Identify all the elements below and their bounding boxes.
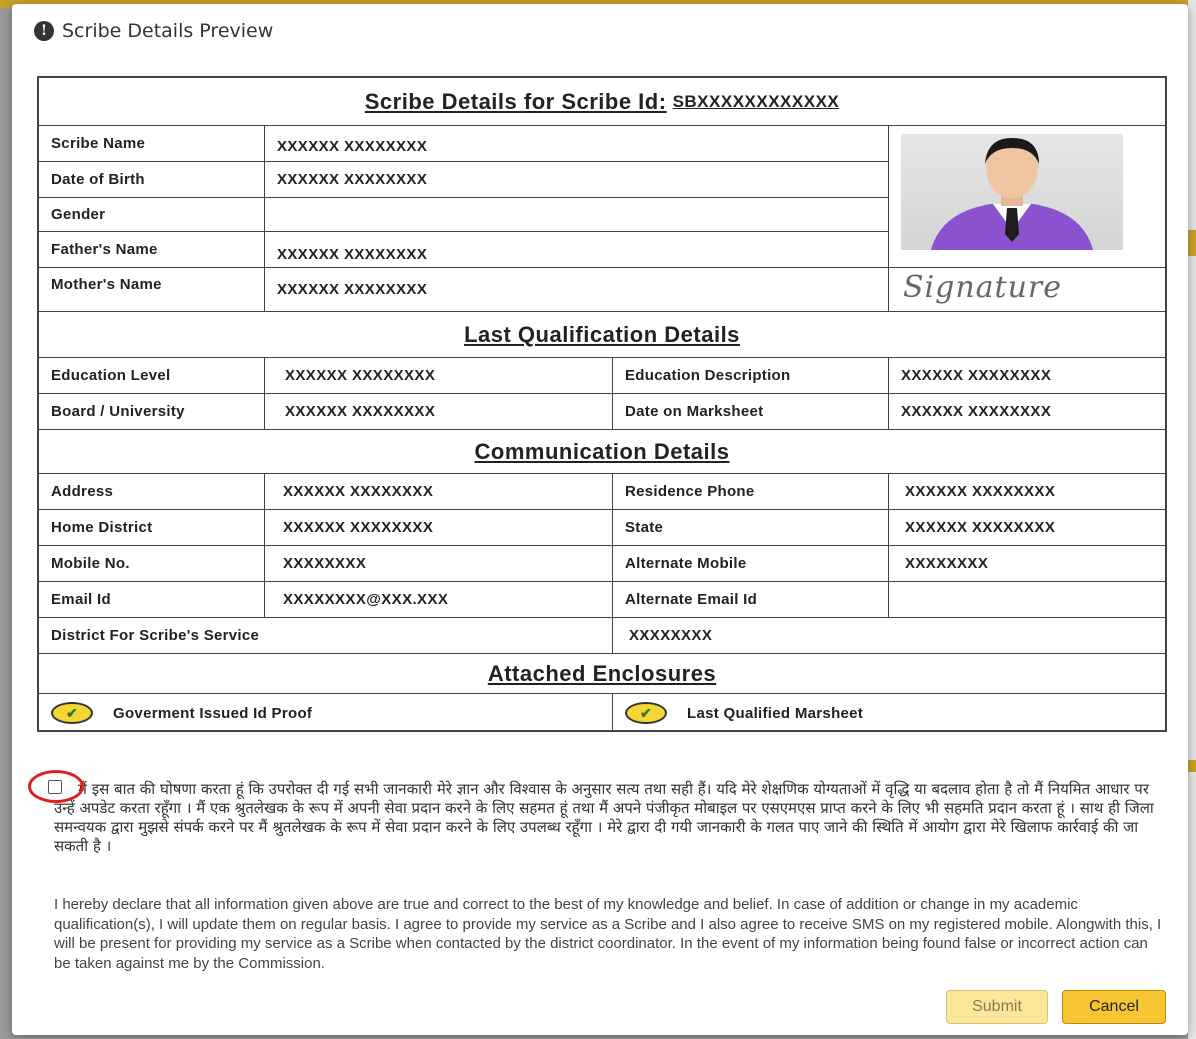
scribe-details-table: Scribe Details for Scribe Id: SBXXXXXXXX… <box>37 76 1167 732</box>
cancel-button[interactable]: Cancel <box>1062 990 1166 1024</box>
alternate-mobile-value: XXXXXXXX <box>889 546 1165 582</box>
enclosure-marksheet-label: Last Qualified Marsheet <box>687 704 864 722</box>
declaration-english: I hereby declare that all information gi… <box>54 896 1162 972</box>
signature-cell: Signature <box>889 268 1165 312</box>
home-district-value: XXXXXX XXXXXXXX <box>265 510 613 546</box>
submit-button[interactable]: Submit <box>946 990 1048 1024</box>
modal-header: ! Scribe Details Preview <box>12 4 1188 58</box>
alternate-email-value <box>889 582 1165 618</box>
scribe-details-heading-label: Scribe Details for Scribe Id: <box>364 88 667 114</box>
address-label: Address <box>39 474 265 510</box>
address-value: XXXXXX XXXXXXXX <box>265 474 613 510</box>
service-district-label: District For Scribe's Service <box>39 618 613 654</box>
education-description-label: Education Description <box>613 358 889 394</box>
father-name-label: Father's Name <box>39 232 265 268</box>
enclosures-heading: Attached Enclosures <box>39 654 1165 694</box>
service-district-value: XXXXXXXX <box>613 618 1165 654</box>
email-label: Email Id <box>39 582 265 618</box>
mobile-label: Mobile No. <box>39 546 265 582</box>
qualification-heading: Last Qualification Details <box>39 312 1165 358</box>
father-name-value: XXXXXX XXXXXXXX <box>265 232 889 268</box>
education-level-value: XXXXXX XXXXXXXX <box>265 358 613 394</box>
mother-name-value: XXXXXX XXXXXXXX <box>265 268 889 312</box>
mother-name-label: Mother's Name <box>39 268 265 312</box>
residence-phone-label: Residence Phone <box>613 474 889 510</box>
info-circle-icon: ! <box>34 21 54 41</box>
education-description-value: XXXXXX XXXXXXXX <box>889 358 1165 394</box>
scribe-name-value: XXXXXX XXXXXXXX <box>265 126 889 162</box>
scribe-preview-modal: ! Scribe Details Preview Scribe Details … <box>12 4 1188 1035</box>
residence-phone-value: XXXXXX XXXXXXXX <box>889 474 1165 510</box>
home-district-label: Home District <box>39 510 265 546</box>
declaration-hindi: मैं इस बात की घोषणा करता हूं कि उपरोक्त … <box>54 780 1154 855</box>
background-page-edge <box>1188 0 1196 1039</box>
check-icon: ✔ <box>625 702 667 724</box>
modal-title: Scribe Details Preview <box>62 20 274 42</box>
education-level-label: Education Level <box>39 358 265 394</box>
gender-label: Gender <box>39 198 265 232</box>
enclosure-id-proof: ✔ Goverment Issued Id Proof <box>39 694 613 732</box>
gender-value <box>265 198 889 232</box>
scribe-details-heading: Scribe Details for Scribe Id: SBXXXXXXXX… <box>39 78 1165 126</box>
board-university-value: XXXXXX XXXXXXXX <box>265 394 613 430</box>
dob-label: Date of Birth <box>39 162 265 198</box>
communication-heading: Communication Details <box>39 430 1165 474</box>
person-avatar-icon <box>901 134 1123 250</box>
signature-image: Signature <box>903 270 1063 305</box>
scribe-name-label: Scribe Name <box>39 126 265 162</box>
photo-cell <box>889 126 1165 268</box>
alternate-mobile-label: Alternate Mobile <box>613 546 889 582</box>
check-icon: ✔ <box>51 702 93 724</box>
board-university-label: Board / University <box>39 394 265 430</box>
email-value: XXXXXXXX@XXX.XXX <box>265 582 613 618</box>
mobile-value: XXXXXXXX <box>265 546 613 582</box>
highlight-circle-annotation <box>28 770 84 803</box>
dob-value: XXXXXX XXXXXXXX <box>265 162 889 198</box>
enclosure-marksheet: ✔ Last Qualified Marsheet <box>613 694 1165 732</box>
state-label: State <box>613 510 889 546</box>
state-value: XXXXXX XXXXXXXX <box>889 510 1165 546</box>
enclosure-id-proof-label: Goverment Issued Id Proof <box>113 704 313 722</box>
marksheet-date-value: XXXXXX XXXXXXXX <box>889 394 1165 430</box>
marksheet-date-label: Date on Marksheet <box>613 394 889 430</box>
scribe-id: SBXXXXXXXXXXXX <box>672 91 840 111</box>
alternate-email-label: Alternate Email Id <box>613 582 889 618</box>
